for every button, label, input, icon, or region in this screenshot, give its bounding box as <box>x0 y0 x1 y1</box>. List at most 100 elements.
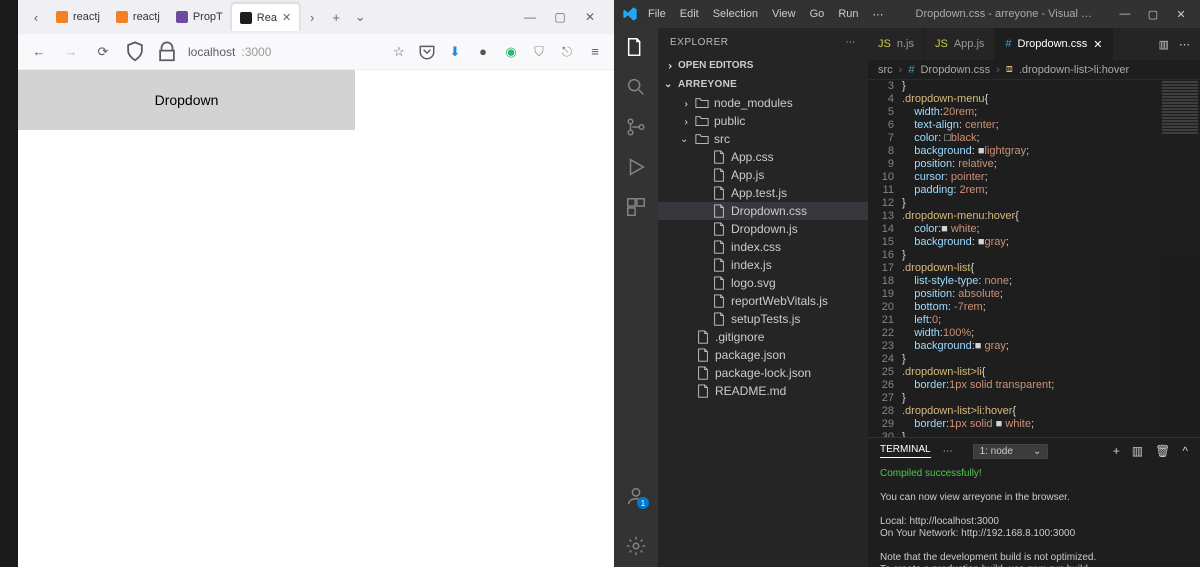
maximize-button[interactable]: ▢ <box>552 9 568 25</box>
new-tab-button[interactable]: + <box>324 5 348 29</box>
editor-group: JSn.jsJSApp.js#Dropdown.css✕ ▥ ⋯ src › # D… <box>868 28 1200 567</box>
tree-file[interactable]: reportWebVitals.js <box>658 292 868 310</box>
favicon <box>56 11 68 23</box>
browser-tab[interactable]: reactj <box>108 3 168 31</box>
terminal-body[interactable]: Compiled successfully! You can now view … <box>868 464 1200 567</box>
tree-file[interactable]: App.js <box>658 166 868 184</box>
menu-item[interactable]: Run <box>832 6 864 23</box>
lock-icon[interactable] <box>156 41 178 63</box>
tree-folder[interactable]: ⌄node_modules <box>658 94 868 112</box>
explorer-icon[interactable] <box>625 36 647 58</box>
chevron-down-icon: ⌄ <box>664 79 674 90</box>
menu-item[interactable]: ⋯ <box>867 6 890 23</box>
kill-terminal-button[interactable]: 🗑 <box>1155 444 1170 458</box>
menu-icon[interactable]: ≡ <box>586 43 604 61</box>
menu-item[interactable]: Selection <box>707 6 764 23</box>
editor-tab[interactable]: JSApp.js <box>925 28 995 60</box>
vs-minimize-button[interactable]: — <box>1118 7 1132 21</box>
tree-file[interactable]: index.js <box>658 256 868 274</box>
browser-window-controls: — ▢ ✕ <box>522 9 608 25</box>
pocket-icon[interactable] <box>418 43 436 61</box>
tree-file[interactable]: index.css <box>658 238 868 256</box>
favicon <box>116 11 128 23</box>
editor-tab[interactable]: JSn.js <box>868 28 925 60</box>
tree-file[interactable]: package.json <box>658 346 868 364</box>
extensions-icon[interactable] <box>625 196 647 218</box>
vs-close-button[interactable]: ✕ <box>1174 7 1188 21</box>
tree-file[interactable]: Dropdown.js <box>658 220 868 238</box>
file-icon <box>696 384 710 398</box>
split-editor-icon[interactable]: ▥ <box>1159 38 1169 51</box>
terminal-selector[interactable]: 1: node⌄ <box>973 444 1049 459</box>
tree-file[interactable]: Dropdown.css <box>658 202 868 220</box>
editor-more-icon[interactable]: ⋯ <box>1179 38 1190 51</box>
open-editors-section[interactable]: ⌄ OPEN EDITORS <box>658 58 868 73</box>
url-host: localhost <box>188 45 235 59</box>
browser-tab[interactable]: Rea✕ <box>231 3 300 31</box>
explorer-more-icon[interactable]: ⋯ <box>846 37 857 48</box>
terminal-more-icon[interactable]: ⋯ <box>943 446 953 457</box>
address-bar[interactable]: localhost:3000 <box>188 45 380 59</box>
ext1-icon[interactable]: ● <box>474 43 492 61</box>
vs-maximize-button[interactable]: ▢ <box>1146 7 1160 21</box>
terminal-panel: TERMINAL ⋯ 1: node⌄ + ▥ 🗑 ^ Compiled suc… <box>868 437 1200 567</box>
browser-tab[interactable]: PropT <box>168 3 231 31</box>
shield-icon[interactable] <box>124 41 146 63</box>
file-icon <box>696 348 710 362</box>
tree-file[interactable]: package-lock.json <box>658 364 868 382</box>
dropdown-menu[interactable]: Dropdown <box>18 70 355 130</box>
tree-file[interactable]: logo.svg <box>658 274 868 292</box>
code-editor[interactable]: 3456789101112131415161718192021222324252… <box>868 80 1200 437</box>
tree-file[interactable]: App.test.js <box>658 184 868 202</box>
search-icon[interactable] <box>625 76 647 98</box>
minimize-button[interactable]: — <box>522 9 538 25</box>
debug-icon[interactable] <box>625 156 647 178</box>
editor-tab[interactable]: #Dropdown.css✕ <box>995 28 1113 60</box>
nav-forward-button[interactable]: → <box>60 41 82 63</box>
tab-close-icon[interactable]: ✕ <box>1093 38 1102 51</box>
file-icon <box>712 312 726 326</box>
menu-item[interactable]: File <box>642 6 672 23</box>
tree-file[interactable]: App.css <box>658 148 868 166</box>
folder-icon <box>695 114 709 128</box>
ext3-icon[interactable]: ⛉ <box>530 43 548 61</box>
project-section[interactable]: ⌄ ARREYONE <box>658 77 868 92</box>
tree-file[interactable]: setupTests.js <box>658 310 868 328</box>
tab-back-button[interactable]: ‹ <box>24 5 48 29</box>
ext2-icon[interactable]: ◉ <box>502 43 520 61</box>
file-icon <box>696 366 710 380</box>
nav-back-button[interactable]: ← <box>28 41 50 63</box>
browser-tab[interactable]: reactj <box>48 3 108 31</box>
vscode-icon <box>622 6 638 22</box>
tab-dropdown-button[interactable]: ⌄ <box>348 5 372 29</box>
tree-folder[interactable]: ⌄src <box>658 130 868 148</box>
menu-item[interactable]: View <box>766 6 802 23</box>
scm-icon[interactable] <box>625 116 647 138</box>
account-icon[interactable]: 1 <box>625 485 647 507</box>
tree-folder[interactable]: ⌄public <box>658 112 868 130</box>
reload-button[interactable]: ⟳ <box>92 41 114 63</box>
file-icon <box>712 222 726 236</box>
maximize-panel-button[interactable]: ^ <box>1182 444 1188 458</box>
terminal-tab[interactable]: TERMINAL <box>880 444 931 458</box>
tab-forward-button[interactable]: › <box>300 5 324 29</box>
file-icon <box>712 150 726 164</box>
tree-file[interactable]: .gitignore <box>658 328 868 346</box>
tab-close-icon[interactable]: ✕ <box>282 11 291 24</box>
chevron-icon: ⌄ <box>680 134 690 145</box>
bookmark-icon[interactable]: ☆ <box>390 43 408 61</box>
file-icon <box>696 330 710 344</box>
split-terminal-button[interactable]: ▥ <box>1132 444 1143 458</box>
tree-file[interactable]: README.md <box>658 382 868 400</box>
ext4-icon[interactable]: ⎋ <box>558 43 576 61</box>
notification-badge: 1 <box>637 497 649 509</box>
menu-item[interactable]: Edit <box>674 6 705 23</box>
breadcrumbs[interactable]: src › # Dropdown.css › ⧈ .dropdown-list>… <box>868 60 1200 80</box>
file-icon <box>712 294 726 308</box>
download-icon[interactable]: ⬇ <box>446 43 464 61</box>
close-button[interactable]: ✕ <box>582 9 598 25</box>
new-terminal-button[interactable]: + <box>1113 444 1120 458</box>
menu-item[interactable]: Go <box>804 6 831 23</box>
minimap[interactable] <box>1160 80 1200 437</box>
settings-icon[interactable] <box>625 535 647 557</box>
